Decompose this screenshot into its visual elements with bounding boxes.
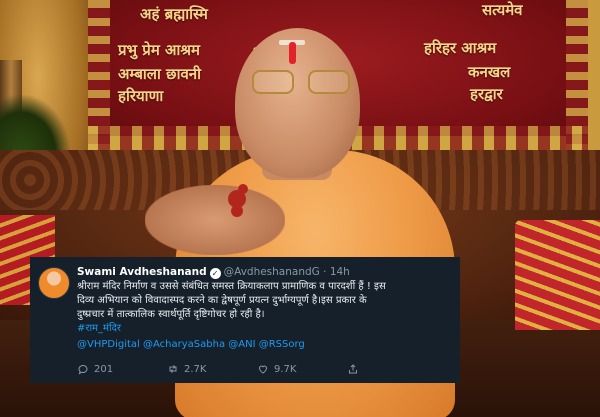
tilak-mark — [289, 42, 296, 64]
folded-hands — [145, 185, 285, 255]
tweet-card[interactable]: Swami Avdheshanand ✓ @AvdheshanandG · 14h … — [30, 257, 460, 383]
reply-count: 201 — [94, 363, 114, 375]
banner-text: हरिहर आश्रम — [424, 39, 497, 57]
banner-text: सत्यमेव — [482, 1, 523, 19]
tweet-text: श्रीराम मंदिर निर्माण व उससे संबंधित समस… — [77, 280, 450, 322]
prayer-beads — [228, 190, 246, 208]
verified-badge-icon: ✓ — [209, 268, 221, 279]
retweet-count: 2.7K — [184, 363, 207, 375]
timestamp[interactable]: 14h — [330, 266, 350, 278]
hashtag-link[interactable]: #राम_मंदिर — [77, 322, 450, 336]
banner-text: हरद्वार — [470, 85, 503, 103]
tweet-header: Swami Avdheshanand ✓ @AvdheshanandG · 14h — [77, 265, 450, 279]
share-icon — [349, 364, 357, 374]
reply-button[interactable]: 201 — [77, 363, 167, 375]
reply-icon — [78, 365, 88, 375]
separator-dot: · — [319, 266, 330, 278]
display-name[interactable]: Swami Avdheshanand — [77, 266, 207, 278]
banner-text: अम्बाला छावनी — [118, 65, 202, 83]
like-count: 9.7K — [274, 363, 297, 375]
avatar[interactable] — [38, 267, 70, 299]
tweet-actions: 201 2.7K 9.7K — [77, 361, 437, 377]
handle[interactable]: @AvdheshanandG — [224, 266, 320, 278]
retweet-icon — [169, 365, 177, 373]
heart-icon — [258, 365, 268, 374]
like-button[interactable]: 9.7K — [257, 363, 347, 375]
tweet-text-line: दिव्य अभियान को विवादास्पद करने का द्वेष… — [77, 295, 367, 306]
banner-text: अहं ब्रह्मास्मि — [140, 5, 208, 23]
share-button[interactable] — [347, 363, 437, 375]
mentions-links[interactable]: @VHPDigital @AcharyaSabha @ANI @RSSorg — [77, 338, 450, 352]
tweet-text-line: दुष्प्रचार में तात्कालिक स्वार्थपूर्ति द… — [77, 309, 265, 320]
person-head — [235, 28, 360, 178]
tweet-text-line: श्रीराम मंदिर निर्माण व उससे संबंधित समस… — [77, 281, 386, 292]
banner-text: कनखल — [468, 63, 511, 81]
banner-text: हरियाणा — [118, 87, 164, 105]
eyeglasses — [252, 70, 350, 94]
cushion-right — [515, 220, 600, 330]
retweet-button[interactable]: 2.7K — [167, 363, 257, 375]
banner-text: प्रभु प्रेम आश्रम — [118, 41, 200, 59]
